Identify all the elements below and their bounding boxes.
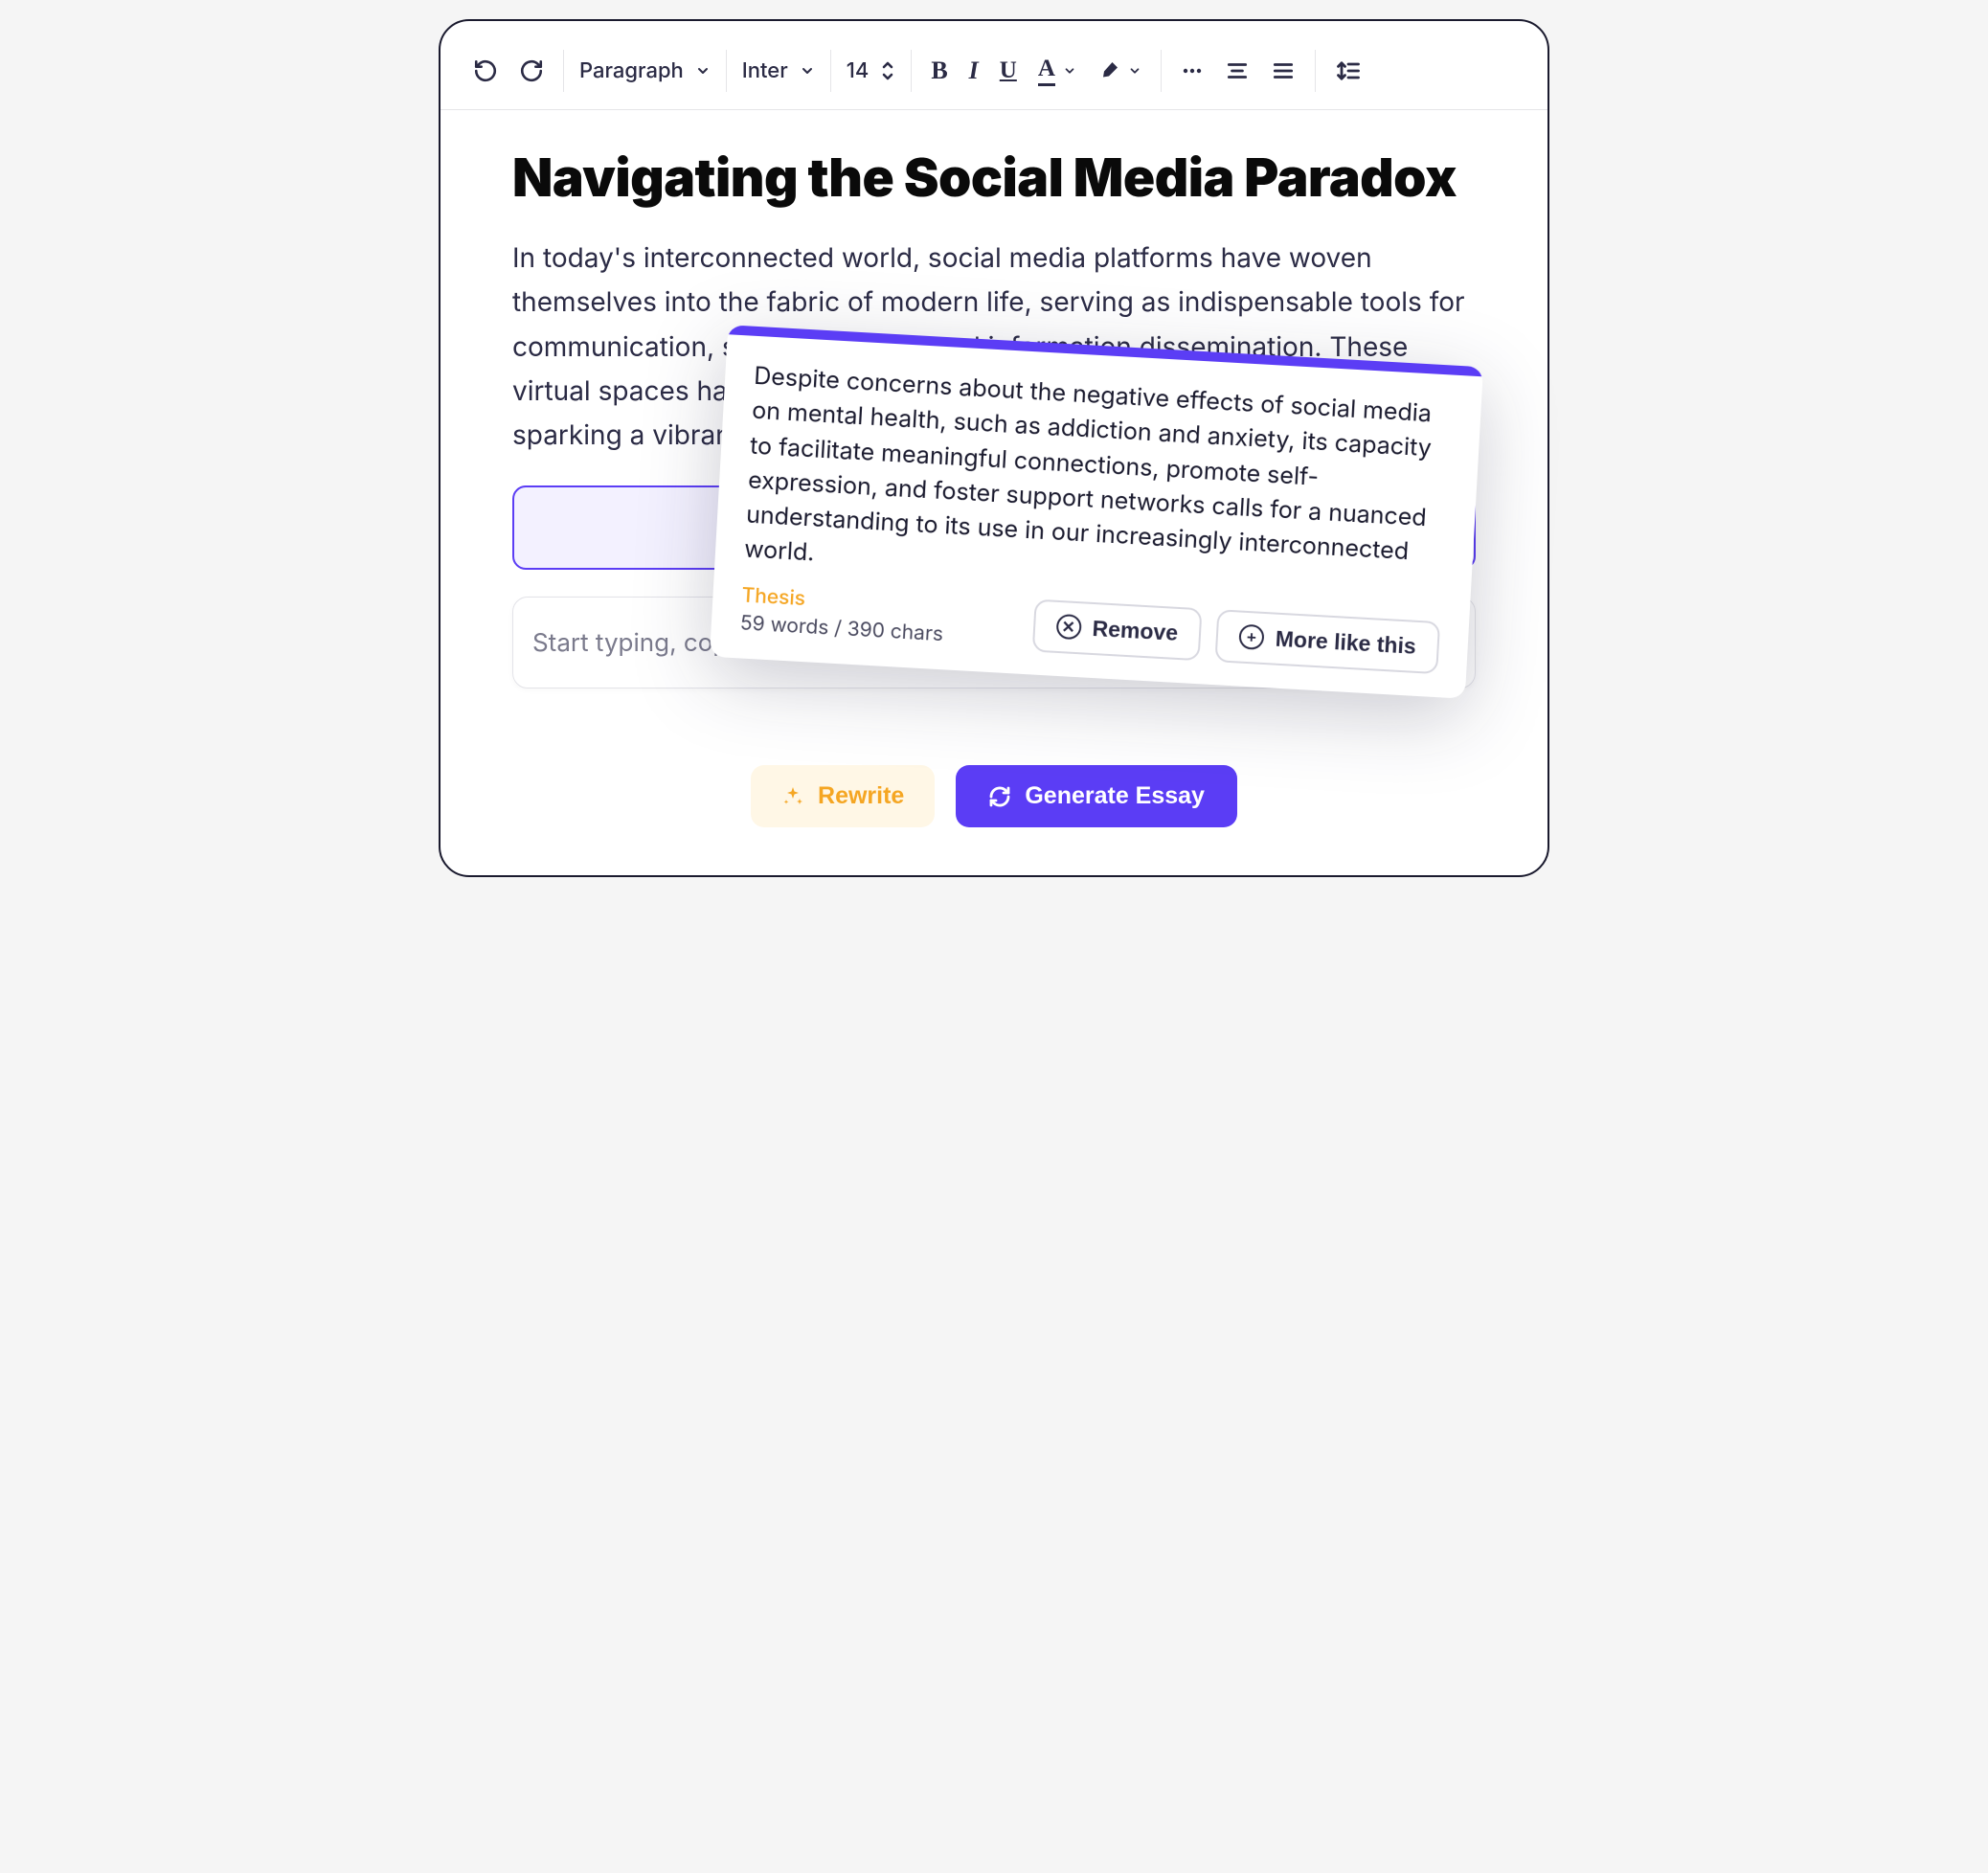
toolbar: Paragraph Inter 14 B I U A <box>441 50 1547 110</box>
stepper-icon <box>880 60 895 81</box>
chevron-down-icon <box>800 63 815 79</box>
remove-suggestion-button[interactable]: ✕ Remove <box>1031 598 1202 661</box>
editor-window: Paragraph Inter 14 B I U A <box>439 19 1549 877</box>
font-label: Inter <box>742 58 788 83</box>
document-title[interactable]: Navigating the Social Media Paradox <box>512 148 1476 209</box>
more-like-this-button[interactable]: + More like this <box>1214 609 1440 674</box>
chevron-down-icon <box>1063 64 1076 78</box>
paragraph-style-label: Paragraph <box>579 58 684 83</box>
ellipsis-icon <box>1181 59 1204 82</box>
text-color-button[interactable]: A <box>1034 52 1080 90</box>
highlight-button[interactable] <box>1094 56 1145 86</box>
refresh-icon <box>988 785 1011 808</box>
line-spacing-button[interactable] <box>1331 54 1366 88</box>
more-options-button[interactable] <box>1177 56 1208 86</box>
font-select[interactable]: Inter <box>742 58 815 83</box>
generate-label: Generate Essay <box>1025 782 1205 810</box>
font-size-label: 14 <box>847 58 870 83</box>
line-spacing-icon <box>1335 57 1362 84</box>
redo-button[interactable] <box>515 55 548 87</box>
italic-button[interactable]: I <box>965 53 983 89</box>
suggestion-text: Despite concerns about the negative effe… <box>743 359 1453 606</box>
document-area[interactable]: Navigating the Social Media Paradox In t… <box>441 110 1547 827</box>
generate-essay-button[interactable]: Generate Essay <box>956 765 1237 827</box>
highlighter-icon <box>1097 59 1120 82</box>
align-justify-icon <box>1271 58 1296 83</box>
chevron-down-icon <box>1128 64 1141 78</box>
action-bar: Rewrite Generate Essay <box>512 765 1476 827</box>
font-size-stepper[interactable]: 14 <box>847 58 896 83</box>
more-label: More like this <box>1275 625 1416 659</box>
suggestion-card[interactable]: Despite concerns about the negative effe… <box>710 325 1483 698</box>
chevron-down-icon <box>695 63 711 79</box>
align-center-icon <box>1225 58 1250 83</box>
align-justify-button[interactable] <box>1267 55 1299 87</box>
align-center-button[interactable] <box>1221 55 1254 87</box>
underline-button[interactable]: U <box>996 54 1021 88</box>
undo-button[interactable] <box>469 55 502 87</box>
plus-icon: + <box>1238 624 1264 650</box>
bold-button[interactable]: B <box>927 53 951 89</box>
redo-icon <box>519 58 544 83</box>
paragraph-style-select[interactable]: Paragraph <box>579 58 711 83</box>
remove-icon: ✕ <box>1055 614 1081 640</box>
undo-icon <box>473 58 498 83</box>
rewrite-label: Rewrite <box>818 782 904 810</box>
sparkles-icon <box>781 785 804 808</box>
remove-label: Remove <box>1092 615 1179 645</box>
rewrite-button[interactable]: Rewrite <box>751 765 935 827</box>
